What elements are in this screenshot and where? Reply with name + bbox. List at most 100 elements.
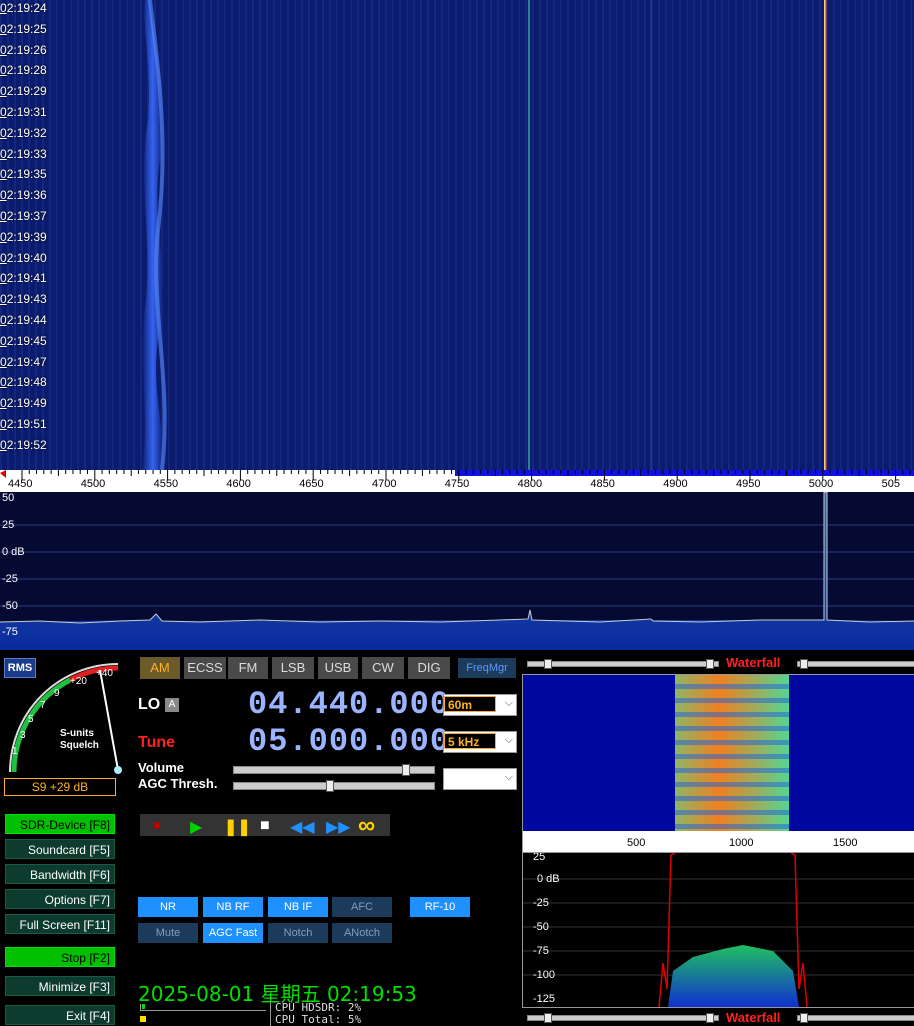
spectrum-db-label: -25: [2, 573, 18, 585]
waterfall-timestamp: 02:19:43: [0, 292, 47, 307]
slider-knob[interactable]: [544, 1013, 552, 1023]
freq-scale-label: 4500: [80, 478, 106, 490]
meter-tick: 5: [28, 714, 34, 725]
aux-select[interactable]: ⌵: [443, 768, 517, 790]
band-select[interactable]: 60m ⌵: [443, 694, 517, 716]
slider-knob[interactable]: [706, 659, 714, 669]
waterfall-timestamp: 02:19:25: [0, 21, 47, 36]
dsp-button-notch[interactable]: Notch: [268, 923, 328, 943]
loop-icon[interactable]: ∞: [358, 812, 375, 840]
waterfall-timestamp: 02:19:47: [0, 354, 47, 369]
freq-scale-label: 5000: [808, 478, 834, 490]
audio-spectrum[interactable]: 25 0 dB -25 -50 -75 -100 -125: [522, 852, 914, 1008]
slider-knob[interactable]: [544, 659, 552, 669]
waterfall-timestamp: 02:19:35: [0, 167, 47, 182]
meter-tick: 9: [54, 688, 60, 699]
mode-button-am[interactable]: AM: [140, 657, 180, 679]
freq-scale-label: 4450: [8, 478, 33, 490]
stop-icon[interactable]: ■: [260, 817, 270, 835]
waterfall-timestamp: 02:19:24: [0, 1, 47, 15]
waterfall-timestamp: 02:19:51: [0, 417, 47, 431]
lo-frequency-display[interactable]: 04.440.000: [248, 686, 450, 723]
slider-knob[interactable]: [800, 659, 808, 669]
freq-scale-label: 4900: [663, 478, 688, 490]
mode-button-fm[interactable]: FM: [228, 657, 268, 679]
waterfall-timestamp: 02:19:37: [0, 209, 47, 223]
freqmgr-button[interactable]: FreqMgr: [458, 658, 516, 678]
audio-waterfall-top-sliders[interactable]: [527, 659, 914, 669]
spectrum-db-label: 25: [2, 519, 15, 531]
volume-slider-knob[interactable]: [402, 764, 410, 776]
main-waterfall[interactable]: 02:19:24 02:19:25 02:19:26 02:19:28 02:19:29…: [0, 0, 914, 470]
rf-spectrum[interactable]: 50 25 0 dB -25 -50 -75: [0, 492, 914, 650]
slider-knob[interactable]: [706, 1013, 714, 1023]
dsp-button-nb-rf[interactable]: NB RF: [203, 897, 263, 917]
freq-scale-label: 4600: [226, 478, 251, 490]
freq-scale-label: 4550: [153, 478, 179, 490]
pause-icon[interactable]: ❚❚: [224, 817, 251, 837]
mode-button-ecss[interactable]: ECSS: [184, 657, 226, 679]
waterfall-graphic: [0, 0, 914, 470]
audio-spectrum-graphic: [523, 853, 914, 1007]
audio-db-tick: 0 dB: [537, 873, 560, 885]
left-button-6[interactable]: Minimize [F3]: [5, 976, 115, 996]
waterfall-timestamp: 02:19:32: [0, 125, 47, 140]
chevron-down-icon: ⌵: [504, 697, 513, 709]
waterfall-timestamp: 02:19:28: [0, 63, 47, 78]
dsp-button-nr[interactable]: NR: [138, 897, 198, 917]
waterfall-timestamp: 02:19:29: [0, 84, 47, 99]
meter-tick: +40: [96, 668, 113, 679]
meter-tick: 1: [12, 746, 18, 757]
audio-freq-tick: 1000: [729, 837, 754, 849]
mode-button-usb[interactable]: USB: [318, 657, 358, 679]
left-button-5[interactable]: Stop [F2]: [5, 947, 115, 967]
meter-title: S-units: [60, 728, 94, 739]
dsp-button-mute[interactable]: Mute: [138, 923, 198, 943]
audio-freq-scale: 500 1000 1500: [523, 831, 914, 853]
left-button-4[interactable]: Full Screen [F11]: [5, 914, 115, 934]
spectrum-graphic: [0, 492, 914, 650]
dsp-button-anotch[interactable]: ANotch: [332, 923, 392, 943]
agc-thresh-slider[interactable]: [233, 780, 435, 792]
tune-frequency-display[interactable]: 05.000.000: [248, 723, 450, 760]
lo-badge[interactable]: A: [165, 698, 179, 712]
chevron-down-icon: ⌵: [504, 771, 513, 783]
spectrum-db-label: -75: [2, 626, 18, 638]
step-select[interactable]: 5 kHz ⌵: [443, 731, 517, 753]
meter-tick: 7: [40, 700, 46, 711]
spectrum-db-label: 0 dB: [2, 546, 25, 558]
freq-scale-label: 4850: [590, 478, 615, 490]
left-button-3[interactable]: Options [F7]: [5, 889, 115, 909]
mode-button-cw[interactable]: CW: [362, 657, 404, 679]
mode-button-dig[interactable]: DIG: [408, 657, 450, 679]
frequency-scale[interactable]: 4450 4500 4550 4600 4650 4700 4750 4800 4850 4900…: [0, 470, 914, 492]
step-select-value: 5 kHz: [444, 733, 496, 749]
audio-waterfall[interactable]: 500 1000 1500: [522, 674, 914, 854]
cpu-meter-hdsdr: [140, 1004, 266, 1011]
play-icon[interactable]: ▶: [190, 817, 202, 837]
dsp-button-agc-fast[interactable]: AGC Fast: [203, 923, 263, 943]
tune-label: Tune: [138, 734, 176, 751]
volume-slider[interactable]: [233, 764, 435, 776]
squelch-label: Squelch: [60, 740, 99, 751]
meter-reading: S9 +29 dB: [4, 778, 116, 796]
volume-label: Volume: [138, 760, 184, 775]
rewind-icon[interactable]: ◀◀: [290, 817, 315, 837]
audio-waterfall-bottom-sliders[interactable]: [527, 1013, 914, 1023]
dsp-button-afc[interactable]: AFC: [332, 897, 392, 917]
mode-button-lsb[interactable]: LSB: [272, 657, 314, 679]
fast-forward-icon[interactable]: ▶▶: [326, 817, 351, 837]
slider-knob[interactable]: [800, 1013, 808, 1023]
left-button-1[interactable]: Soundcard [F5]: [5, 839, 115, 859]
dsp-button-rf-10[interactable]: RF-10: [410, 897, 470, 917]
chevron-down-icon: ⌵: [504, 734, 513, 746]
left-button-2[interactable]: Bandwidth [F6]: [5, 864, 115, 884]
record-icon[interactable]: ●: [152, 817, 162, 835]
left-button-7[interactable]: Exit [F4]: [5, 1005, 115, 1025]
audio-waterfall-title: Waterfall: [726, 655, 781, 670]
agc-thresh-slider-knob[interactable]: [326, 780, 334, 792]
left-button-0[interactable]: SDR-Device [F8]: [5, 814, 115, 834]
dsp-button-nb-if[interactable]: NB IF: [268, 897, 328, 917]
agc-thresh-label: AGC Thresh.: [138, 776, 218, 791]
freq-scale-label: 4750: [444, 478, 470, 490]
